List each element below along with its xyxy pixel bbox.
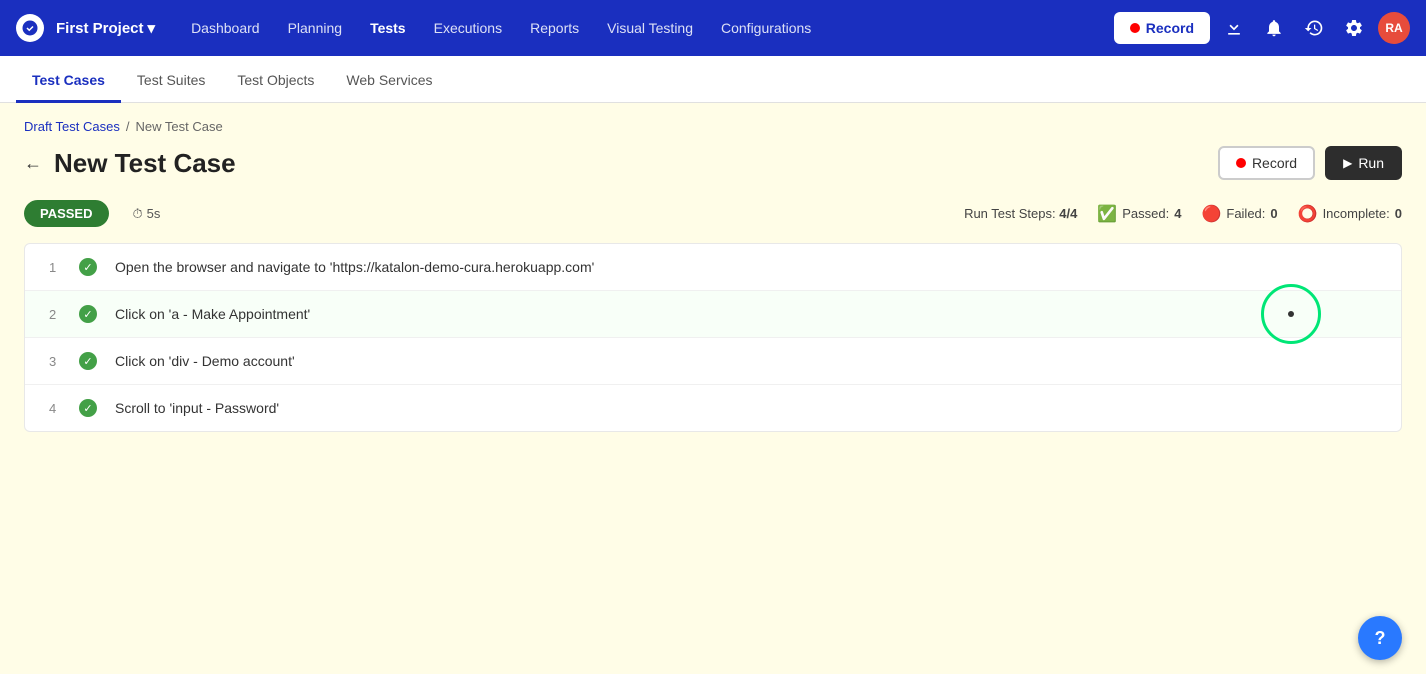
nav-links: Dashboard Planning Tests Executions Repo… <box>179 14 1106 42</box>
status-stats: Run Test Steps: 4/4 ✅ Passed: 4 🔴 Failed… <box>964 204 1402 224</box>
chevron-down-icon: ▾ <box>148 19 156 37</box>
breadcrumb-parent[interactable]: Draft Test Cases <box>24 119 120 134</box>
page-record-button[interactable]: Record <box>1218 146 1315 180</box>
tab-web-services[interactable]: Web Services <box>330 56 448 103</box>
app-logo <box>16 14 44 42</box>
project-selector[interactable]: First Project ▾ <box>56 19 155 37</box>
cursor-dot <box>1288 311 1294 317</box>
page-header-left: ← New Test Case <box>24 148 236 179</box>
play-icon: ▶ <box>1343 156 1352 170</box>
table-row: 2 ✓ Click on 'a - Make Appointment' <box>25 291 1401 338</box>
check-icon: ✓ <box>79 305 97 323</box>
check-icon: ✓ <box>79 399 97 417</box>
nav-link-tests[interactable]: Tests <box>358 14 418 42</box>
back-button[interactable]: ← <box>24 153 42 174</box>
status-bar: PASSED ⏱ 5s Run Test Steps: 4/4 ✅ Passed… <box>24 200 1402 227</box>
run-button[interactable]: ▶ Run <box>1325 146 1402 180</box>
step-number: 3 <box>49 354 79 369</box>
step-text: Scroll to 'input - Password' <box>115 400 1377 416</box>
passed-stat: ✅ Passed: 4 <box>1097 204 1181 224</box>
page-header-actions: Record ▶ Run <box>1218 146 1402 180</box>
nav-link-dashboard[interactable]: Dashboard <box>179 14 272 42</box>
step-number: 4 <box>49 401 79 416</box>
nav-link-executions[interactable]: Executions <box>422 14 514 42</box>
failed-icon: 🔴 <box>1201 204 1221 224</box>
step-status-icon: ✓ <box>79 305 103 323</box>
record-dot-icon <box>1130 23 1140 33</box>
nav-link-visual-testing[interactable]: Visual Testing <box>595 14 705 42</box>
passed-icon: ✅ <box>1097 204 1117 224</box>
main-content: Draft Test Cases / New Test Case ← New T… <box>0 103 1426 674</box>
check-icon: ✓ <box>79 258 97 276</box>
incomplete-stat: ⭕ Incomplete: 0 <box>1298 204 1402 224</box>
tab-test-objects[interactable]: Test Objects <box>221 56 330 103</box>
incomplete-icon: ⭕ <box>1298 204 1318 224</box>
step-status-icon: ✓ <box>79 399 103 417</box>
steps-container: 1 ✓ Open the browser and navigate to 'ht… <box>24 243 1402 432</box>
step-number: 2 <box>49 307 79 322</box>
breadcrumb-separator: / <box>126 119 130 134</box>
nav-link-reports[interactable]: Reports <box>518 14 591 42</box>
step-number: 1 <box>49 260 79 275</box>
record-button[interactable]: Record <box>1114 12 1210 44</box>
timer-info: ⏱ 5s <box>133 206 161 222</box>
status-badge: PASSED <box>24 200 109 227</box>
nav-link-configurations[interactable]: Configurations <box>709 14 823 42</box>
breadcrumb: Draft Test Cases / New Test Case <box>24 119 1402 134</box>
history-button[interactable] <box>1298 12 1330 44</box>
nav-actions: Record RA <box>1114 12 1410 44</box>
user-avatar[interactable]: RA <box>1378 12 1410 44</box>
duration-value: 5s <box>147 206 161 221</box>
tab-test-suites[interactable]: Test Suites <box>121 56 221 103</box>
help-button[interactable]: ? <box>1358 616 1402 660</box>
project-name: First Project <box>56 20 144 37</box>
step-status-icon: ✓ <box>79 258 103 276</box>
failed-stat: 🔴 Failed: 0 <box>1201 204 1277 224</box>
nav-link-planning[interactable]: Planning <box>276 14 355 42</box>
run-steps-stat: Run Test Steps: 4/4 <box>964 206 1077 221</box>
page-title: New Test Case <box>54 148 236 179</box>
tab-test-cases[interactable]: Test Cases <box>16 56 121 103</box>
step-text: Click on 'a - Make Appointment' <box>115 306 1377 322</box>
step-text: Click on 'div - Demo account' <box>115 353 1377 369</box>
sub-navigation: Test Cases Test Suites Test Objects Web … <box>0 56 1426 103</box>
settings-button[interactable] <box>1338 12 1370 44</box>
check-icon: ✓ <box>79 352 97 370</box>
page-header: ← New Test Case Record ▶ Run <box>24 146 1402 180</box>
notifications-button[interactable] <box>1258 12 1290 44</box>
cursor-indicator <box>1261 284 1321 344</box>
record-dot-icon <box>1236 158 1246 168</box>
timer-icon: ⏱ <box>133 206 143 222</box>
step-text: Open the browser and navigate to 'https:… <box>115 259 1377 275</box>
table-row: 3 ✓ Click on 'div - Demo account' <box>25 338 1401 385</box>
top-navigation: First Project ▾ Dashboard Planning Tests… <box>0 0 1426 56</box>
table-row: 4 ✓ Scroll to 'input - Password' <box>25 385 1401 431</box>
step-status-icon: ✓ <box>79 352 103 370</box>
table-row: 1 ✓ Open the browser and navigate to 'ht… <box>25 244 1401 291</box>
download-button[interactable] <box>1218 12 1250 44</box>
breadcrumb-current: New Test Case <box>135 119 222 134</box>
